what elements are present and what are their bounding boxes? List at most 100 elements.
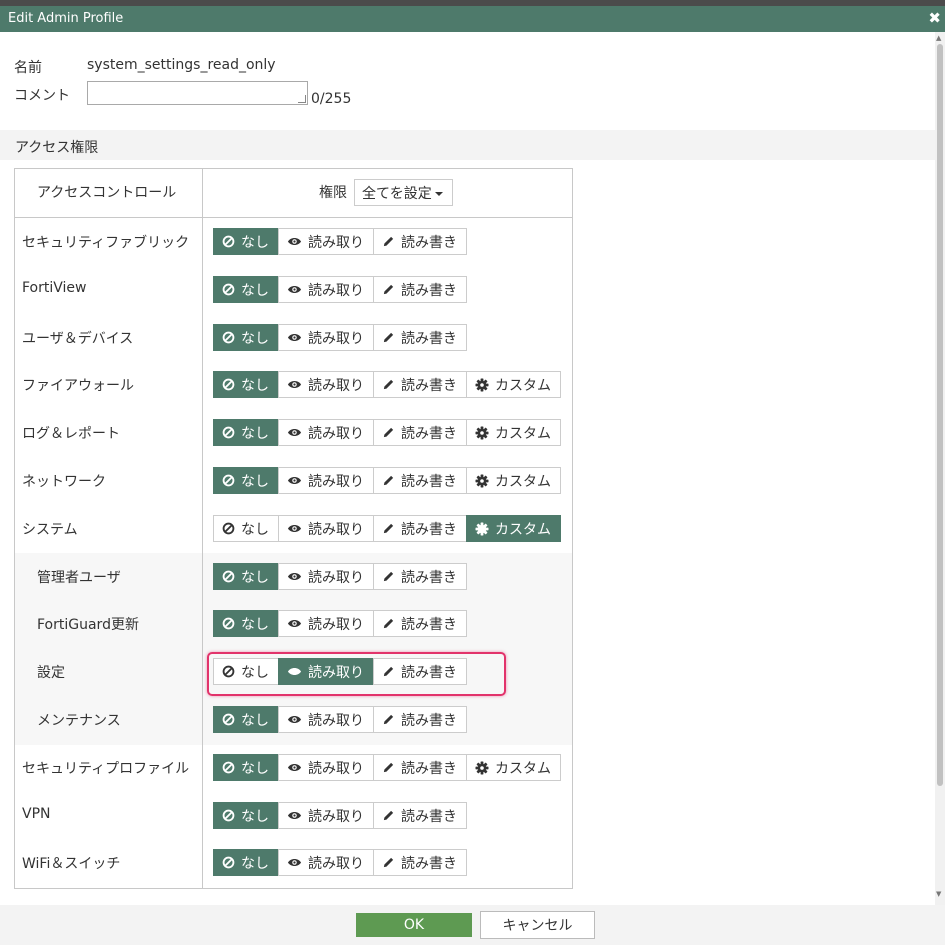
perm-read-button[interactable]: 読み取り [278, 515, 374, 542]
perm-none-button[interactable]: なし [213, 276, 279, 303]
dialog-title: Edit Admin Profile [8, 11, 124, 26]
permission-button-group: なし 読み取り 読み書き [213, 563, 467, 590]
pencil-icon [382, 474, 401, 487]
perm-custom-button[interactable]: カスタム [466, 467, 561, 494]
perm-write-button[interactable]: 読み書き [373, 706, 467, 733]
perm-read-button[interactable]: 読み取り [278, 228, 374, 255]
perm-write-button[interactable]: 読み書き [373, 324, 467, 351]
row-label: FortiView [22, 280, 87, 296]
perm-none-button[interactable]: なし [213, 563, 279, 590]
perm-write-label: 読み書き [401, 473, 457, 490]
perm-read-label: 読み取り [308, 855, 364, 872]
perm-write-label: 読み書き [401, 712, 457, 729]
set-all-dropdown[interactable]: 全てを設定 [354, 179, 453, 206]
perm-write-button[interactable]: 読み書き [373, 276, 467, 303]
pencil-icon [382, 809, 401, 822]
perm-write-button[interactable]: 読み書き [373, 802, 467, 829]
perm-custom-button[interactable]: カスタム [466, 419, 561, 446]
perm-read-button[interactable]: 読み取り [278, 563, 374, 590]
perm-none-label: なし [241, 569, 269, 586]
close-icon[interactable]: ✖ [928, 9, 941, 27]
perm-read-button[interactable]: 読み取り [278, 467, 374, 494]
eye-icon [287, 475, 308, 486]
perm-custom-button[interactable]: カスタム [466, 754, 561, 781]
perm-write-button[interactable]: 読み書き [373, 610, 467, 637]
perm-read-button[interactable]: 読み取り [278, 371, 374, 398]
gear-icon [475, 474, 495, 488]
eye-icon [287, 618, 308, 629]
perm-read-label: 読み取り [308, 377, 364, 394]
permission-button-group: なし 読み取り 読み書き [213, 324, 467, 351]
set-all-label: 全てを設定 [362, 185, 432, 202]
permission-button-group: なし 読み取り 読み書き [213, 706, 467, 733]
pencil-icon [382, 761, 401, 774]
pencil-icon [382, 617, 401, 630]
perm-write-label: 読み書き [401, 808, 457, 825]
row-label: WiFi＆スイッチ [22, 856, 121, 872]
perm-write-button[interactable]: 読み書き [373, 754, 467, 781]
eye-icon [287, 523, 308, 534]
ban-icon [222, 522, 241, 535]
perm-none-button[interactable]: なし [213, 706, 279, 733]
eye-icon [287, 571, 308, 582]
perm-read-label: 読み取り [308, 473, 364, 490]
perm-write-label: 読み書き [401, 521, 457, 538]
cancel-button[interactable]: キャンセル [480, 911, 595, 939]
perm-write-button[interactable]: 読み書き [373, 515, 467, 542]
pencil-icon [382, 331, 401, 344]
perm-write-button[interactable]: 読み書き [373, 419, 467, 446]
perm-custom-button[interactable]: カスタム [466, 371, 561, 398]
resize-grip-icon[interactable] [298, 95, 306, 103]
scrollbar-thumb[interactable] [937, 44, 943, 786]
eye-icon [287, 332, 308, 343]
perm-none-button[interactable]: なし [213, 754, 279, 781]
perm-read-label: 読み取り [308, 616, 364, 633]
perm-none-button[interactable]: なし [213, 467, 279, 494]
perm-custom-button[interactable]: カスタム [466, 515, 561, 542]
perm-none-button[interactable]: なし [213, 610, 279, 637]
perm-write-button[interactable]: 読み書き [373, 467, 467, 494]
perm-read-button[interactable]: 読み取り [278, 706, 374, 733]
perm-write-label: 読み書き [401, 616, 457, 633]
perm-none-button[interactable]: なし [213, 371, 279, 398]
perm-none-button[interactable]: なし [213, 228, 279, 255]
perm-write-label: 読み書き [401, 760, 457, 777]
perm-none-button[interactable]: なし [213, 802, 279, 829]
perm-write-label: 読み書き [401, 569, 457, 586]
perm-custom-label: カスタム [495, 760, 551, 777]
pencil-icon [382, 713, 401, 726]
perm-none-label: なし [241, 377, 269, 394]
pencil-icon [382, 235, 401, 248]
scroll-down-arrow-icon[interactable]: ▼ [936, 890, 941, 898]
comment-textarea[interactable] [87, 81, 308, 105]
ok-button[interactable]: OK [356, 913, 472, 937]
perm-read-button[interactable]: 読み取り [278, 419, 374, 446]
perm-write-button[interactable]: 読み書き [373, 849, 467, 876]
gear-icon [475, 378, 495, 392]
perm-none-button[interactable]: なし [213, 324, 279, 351]
perm-write-button[interactable]: 読み書き [373, 371, 467, 398]
perm-read-label: 読み取り [308, 282, 364, 299]
perm-read-button[interactable]: 読み取り [278, 324, 374, 351]
perm-read-label: 読み取り [308, 569, 364, 586]
permission-button-group: なし 読み取り 読み書き [213, 849, 467, 876]
pencil-icon [382, 426, 401, 439]
perm-read-button[interactable]: 読み取り [278, 802, 374, 829]
perm-none-label: なし [241, 330, 269, 347]
ban-icon [222, 474, 241, 487]
row-label: ファイアウォール [22, 378, 134, 394]
perm-none-button[interactable]: なし [213, 515, 279, 542]
perm-write-button[interactable]: 読み書き [373, 563, 467, 590]
perm-read-button[interactable]: 読み取り [278, 754, 374, 781]
row-label: セキュリティプロファイル [22, 761, 190, 777]
permission-button-group: なし 読み取り 読み書き カスタム [213, 467, 561, 494]
perm-none-label: なし [241, 234, 269, 251]
perm-read-button[interactable]: 読み取り [278, 610, 374, 637]
perm-read-button[interactable]: 読み取り [278, 276, 374, 303]
perm-write-button[interactable]: 読み書き [373, 228, 467, 255]
ban-icon [222, 809, 241, 822]
perm-none-button[interactable]: なし [213, 419, 279, 446]
perm-read-button[interactable]: 読み取り [278, 849, 374, 876]
perm-none-button[interactable]: なし [213, 849, 279, 876]
scroll-up-arrow-icon[interactable]: ▲ [936, 34, 941, 42]
